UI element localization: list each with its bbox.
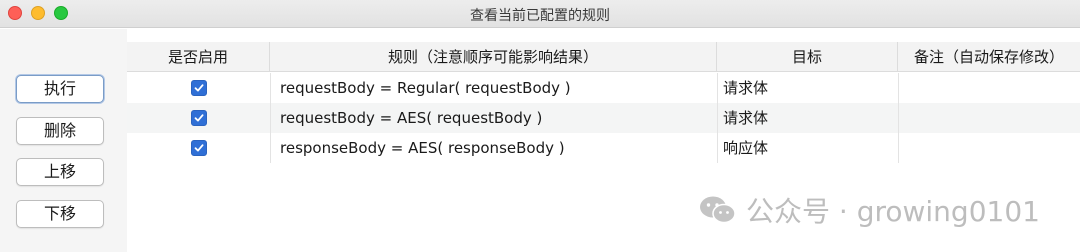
table-row[interactable]: requestBody = AES( requestBody ) 请求体	[127, 103, 1080, 133]
action-sidebar: 执行 删除 上移 下移	[0, 29, 127, 252]
enabled-checkbox[interactable]	[190, 140, 207, 156]
watermark-text: 公众号 · growing0101	[746, 195, 1040, 228]
target-cell: 请求体	[717, 103, 898, 133]
rule-cell: requestBody = Regular( requestBody )	[270, 73, 717, 103]
move-up-button[interactable]: 上移	[16, 158, 104, 186]
execute-button[interactable]: 执行	[16, 75, 104, 103]
table-row[interactable]: responseBody = AES( responseBody ) 响应体	[127, 133, 1080, 163]
note-cell[interactable]	[898, 133, 1080, 163]
window-title: 查看当前已配置的规则	[470, 8, 610, 24]
checkmark-icon	[194, 84, 203, 92]
target-cell: 请求体	[717, 73, 898, 103]
enabled-cell	[127, 73, 270, 103]
checkmark-icon	[194, 144, 203, 152]
note-cell[interactable]	[898, 103, 1080, 133]
header-note[interactable]: 备注（自动保存修改）	[898, 42, 1080, 72]
enabled-checkbox[interactable]	[190, 110, 207, 126]
move-down-button[interactable]: 下移	[16, 200, 104, 228]
header-rule[interactable]: 规则（注意顺序可能影响结果）	[270, 42, 717, 72]
enabled-cell	[127, 133, 270, 163]
rule-cell: responseBody = AES( responseBody )	[270, 133, 717, 163]
enabled-checkbox[interactable]	[190, 80, 207, 96]
wechat-icon	[700, 196, 736, 224]
delete-button[interactable]: 删除	[16, 117, 104, 145]
target-cell: 响应体	[717, 133, 898, 163]
table-row[interactable]: requestBody = Regular( requestBody ) 请求体	[127, 73, 1080, 103]
header-enabled[interactable]: 是否启用	[127, 42, 270, 72]
rule-cell: requestBody = AES( requestBody )	[270, 103, 717, 133]
table-header: 是否启用 规则（注意顺序可能影响结果） 目标 备注（自动保存修改）	[127, 42, 1080, 72]
checkmark-icon	[194, 114, 203, 122]
enabled-cell	[127, 103, 270, 133]
watermark: 公众号 · growing0101	[698, 190, 1040, 230]
note-cell[interactable]	[898, 73, 1080, 103]
title-bar: 查看当前已配置的规则	[0, 0, 1080, 28]
header-target[interactable]: 目标	[717, 42, 898, 72]
